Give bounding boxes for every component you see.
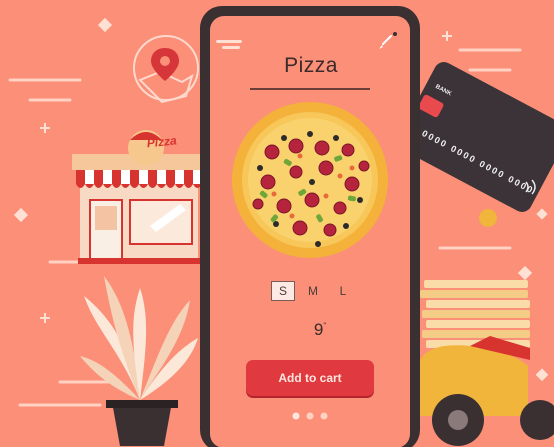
map-pin-icon: [133, 35, 199, 104]
size-option-l[interactable]: L: [331, 281, 355, 301]
size-unit: ": [323, 321, 327, 331]
store-sign-text: Pizza: [146, 133, 178, 150]
size-inches-readout: 9": [300, 320, 340, 340]
pager-dots: [292, 412, 328, 420]
size-selector: S M L: [271, 280, 361, 302]
pager-dot[interactable]: [320, 412, 328, 420]
pager-dot[interactable]: [306, 412, 314, 420]
plant-illustration: [80, 276, 198, 446]
page-title: Pizza: [284, 54, 338, 77]
delivery-scooter-illustration: [418, 280, 554, 446]
size-option-s[interactable]: S: [271, 281, 295, 301]
title-divider: [250, 88, 370, 90]
pizza-store-illustration: [72, 130, 206, 264]
size-option-m[interactable]: M: [301, 281, 325, 301]
pizza-image: [232, 102, 388, 258]
pager-dot[interactable]: [292, 412, 300, 420]
size-value: 9: [313, 320, 324, 339]
add-to-cart-button[interactable]: Add to cart: [246, 360, 374, 396]
